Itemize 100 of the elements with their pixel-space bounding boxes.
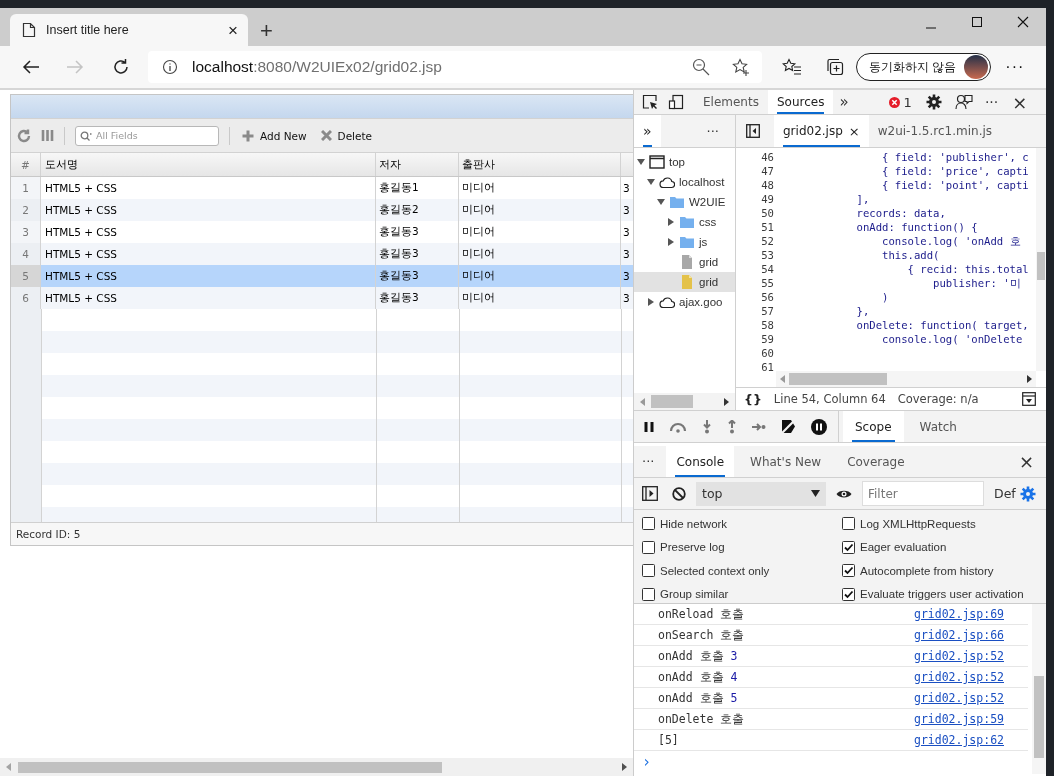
settings-icon[interactable]: [925, 94, 942, 110]
collections-icon[interactable]: [826, 58, 844, 76]
sidebar-toggle-icon[interactable]: [642, 486, 658, 501]
checkbox-icon[interactable]: [642, 517, 655, 531]
profile-button[interactable]: 동기화하지 않음: [856, 53, 992, 81]
inspect-icon[interactable]: [642, 94, 658, 110]
filter-field[interactable]: Filter: [862, 481, 984, 506]
caret-icon[interactable]: [647, 178, 655, 186]
column-header[interactable]: 저자: [376, 153, 459, 176]
search-field[interactable]: All Fields: [75, 125, 219, 146]
source-link[interactable]: grid02.jsp:69: [914, 607, 1004, 621]
source-link[interactable]: grid02.jsp:52: [914, 649, 1004, 663]
levels-dropdown[interactable]: Def: [994, 486, 1016, 501]
checkbox-icon[interactable]: [642, 587, 655, 601]
close-tab-button[interactable]: ×: [228, 21, 238, 39]
scroll-right-icon[interactable]: [724, 397, 729, 406]
checkbox-icon[interactable]: [642, 540, 655, 554]
scroll-left-icon[interactable]: [780, 375, 785, 383]
checkbox-option[interactable]: Autocomplete from history: [842, 559, 1046, 583]
drawer-toggle-icon[interactable]: [1022, 392, 1036, 406]
context-select[interactable]: top: [696, 481, 826, 506]
new-tab-button[interactable]: +: [256, 20, 277, 42]
column-header[interactable]: 출판사: [459, 153, 621, 176]
more-menu[interactable]: ···: [978, 94, 1005, 110]
maximize-icon[interactable]: [971, 16, 983, 28]
add-button[interactable]: Add New: [240, 129, 309, 142]
vertical-scrollbar[interactable]: [1032, 604, 1046, 774]
checkbox-option[interactable]: Log XMLHttpRequests: [842, 512, 1046, 536]
grid-row[interactable]: 5 HTML5 + CSS 홍길동3 미디어 3: [11, 265, 633, 287]
tree-item[interactable]: localhost: [634, 172, 735, 192]
pause-exceptions-icon[interactable]: [811, 418, 827, 435]
column-header[interactable]: #: [11, 153, 41, 176]
checkbox-option[interactable]: Preserve log: [642, 535, 842, 559]
drawer-tab[interactable]: Coverage: [837, 446, 915, 477]
scroll-right-icon[interactable]: [1027, 375, 1032, 383]
sidebar-toggle-icon[interactable]: [746, 124, 760, 138]
vertical-scrollbar[interactable]: [1036, 148, 1046, 371]
back-arrow-icon[interactable]: [22, 59, 40, 75]
tree-item[interactable]: grid: [634, 272, 735, 292]
close-tab-button[interactable]: ×: [848, 123, 860, 139]
source-link[interactable]: grid02.jsp:66: [914, 628, 1004, 642]
scroll-right-icon[interactable]: [621, 763, 627, 771]
columns-icon[interactable]: [41, 129, 54, 142]
source-link[interactable]: grid02.jsp:59: [914, 712, 1004, 726]
caret-icon[interactable]: [647, 298, 655, 306]
horizontal-scrollbar[interactable]: [634, 393, 735, 410]
error-count[interactable]: 1: [888, 94, 912, 110]
zoom-out-icon[interactable]: [692, 58, 710, 76]
close-icon[interactable]: [1017, 16, 1029, 28]
star-plus-icon[interactable]: [732, 58, 750, 76]
feedback-icon[interactable]: [954, 94, 973, 110]
grid-row[interactable]: 2 HTML5 + CSS 홍길동2 미디어 3: [11, 199, 633, 221]
horizontal-scrollbar[interactable]: [776, 371, 1036, 387]
more-menu[interactable]: ···: [636, 454, 661, 469]
checkbox-option[interactable]: Selected context only: [642, 559, 842, 583]
tree-item[interactable]: W2UIE: [634, 192, 735, 212]
step-out-icon[interactable]: [727, 419, 737, 434]
source-link[interactable]: grid02.jsp:52: [914, 691, 1004, 705]
tree-item[interactable]: top: [634, 152, 735, 172]
address-field[interactable]: localhost:8080/W2UIEx02/grid02.jsp: [148, 51, 762, 83]
deactivate-breakpoints-icon[interactable]: [781, 419, 796, 434]
device-icon[interactable]: [668, 94, 684, 110]
devtools-tab[interactable]: Elements: [694, 90, 768, 114]
clear-icon[interactable]: [672, 486, 686, 501]
more-menu[interactable]: ···: [1005, 58, 1025, 76]
step-into-icon[interactable]: [702, 419, 712, 434]
navigator-tab[interactable]: »: [634, 115, 661, 147]
step-over-icon[interactable]: [669, 420, 687, 433]
drawer-tab[interactable]: Console: [666, 446, 735, 477]
drawer-tab[interactable]: What's New: [740, 446, 832, 477]
checked-checkbox-icon[interactable]: [842, 564, 855, 578]
devtools-tab[interactable]: Sources: [767, 90, 834, 114]
favorites-icon[interactable]: [782, 58, 802, 76]
checkbox-icon[interactable]: [642, 564, 655, 578]
close-button[interactable]: ×: [1012, 451, 1040, 472]
tree-item[interactable]: js: [634, 232, 735, 252]
more-tabs-button[interactable]: »: [833, 93, 855, 111]
info-icon[interactable]: [162, 59, 178, 75]
reload-icon[interactable]: [112, 58, 130, 76]
sidebar-tab[interactable]: Watch: [907, 411, 969, 442]
checkbox-option[interactable]: Evaluate triggers user activation: [842, 582, 1046, 606]
caret-icon[interactable]: [667, 218, 675, 226]
close-button[interactable]: ×: [1006, 91, 1034, 113]
grid-row[interactable]: 4 HTML5 + CSS 홍길동3 미디어 3: [11, 243, 633, 265]
pretty-print-button[interactable]: {}: [744, 391, 762, 407]
checked-checkbox-icon[interactable]: [842, 587, 855, 601]
caret-icon[interactable]: [657, 198, 665, 206]
file-tab[interactable]: grid02.jsp ×: [774, 115, 869, 147]
more-menu[interactable]: ···: [700, 123, 725, 139]
checkbox-icon[interactable]: [842, 517, 855, 531]
scroll-left-icon[interactable]: [640, 397, 645, 406]
caret-icon[interactable]: [667, 238, 675, 246]
sidebar-tab[interactable]: Scope: [843, 411, 904, 442]
delete-button[interactable]: Delete: [318, 129, 375, 142]
step-icon[interactable]: [752, 421, 766, 432]
source-link[interactable]: grid02.jsp:52: [914, 670, 1004, 684]
browser-tab[interactable]: Insert title here ×: [10, 14, 248, 46]
tree-item[interactable]: css: [634, 212, 735, 232]
checkbox-option[interactable]: Eager evaluation: [842, 535, 1046, 559]
checkbox-option[interactable]: Hide network: [642, 512, 842, 536]
